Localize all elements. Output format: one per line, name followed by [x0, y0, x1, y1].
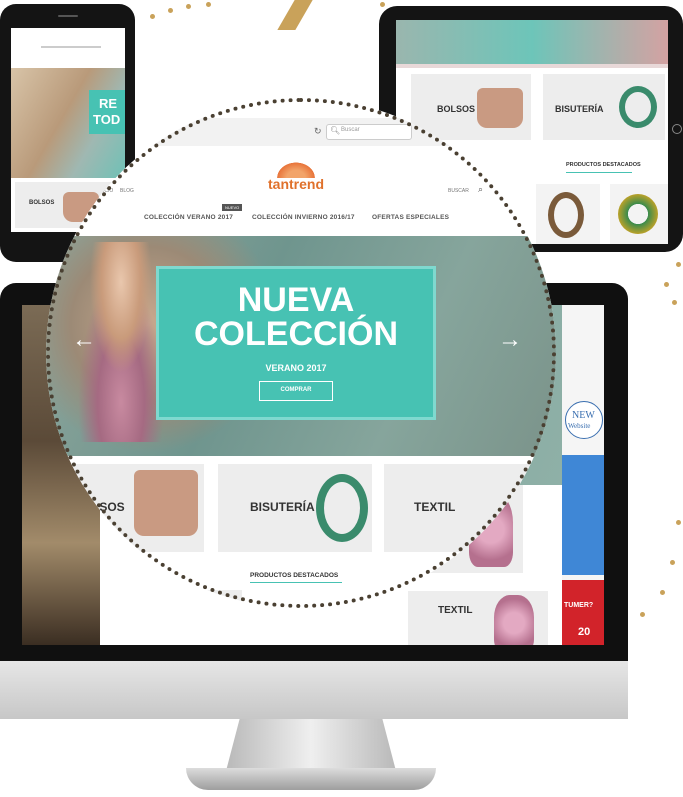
phone-nav [41, 46, 101, 48]
decorative-dot [168, 8, 173, 13]
decorative-dot [206, 2, 211, 7]
tablet-tile-label: BISUTERÍA [555, 104, 604, 114]
decorative-dot [640, 612, 645, 617]
tablet-featured-title: PRODUCTOS DESTACADOS [566, 162, 641, 168]
monitor-chin [0, 661, 628, 719]
decorative-dot [186, 4, 191, 9]
new-badge-sub: Website [568, 422, 591, 430]
sidebar-red-ad: TUMER? 20 [562, 580, 604, 645]
featured-tile-label: BOLSOS [138, 598, 181, 608]
tablet-featured-underline [566, 172, 632, 173]
sidebar-ad-text: TUMER? [564, 602, 594, 609]
tablet-featured-tile[interactable] [610, 184, 668, 244]
decorative-gold-stroke [277, 0, 313, 30]
sidebar-blue-ad [562, 455, 604, 575]
tablet-tile-bisuteria[interactable]: BISUTERÍA [543, 74, 665, 140]
decorative-dot [670, 560, 675, 565]
decorative-dot [660, 590, 665, 595]
decorative-dot [664, 282, 669, 287]
monitor-sidebar: NEW Website TUMER? 20 [562, 305, 604, 645]
decorative-dot [150, 14, 155, 19]
tablet-hero-strip [396, 64, 668, 68]
new-website-badge: NEW Website [565, 401, 603, 439]
decorative-dot [380, 2, 385, 7]
monitor-stand [226, 719, 396, 771]
necklace-image [619, 86, 657, 128]
tablet-home-button [672, 124, 682, 134]
magnifier-dotted-ring [46, 98, 556, 608]
decorative-dot [676, 262, 681, 267]
phone-speaker [58, 15, 78, 17]
sidebar-ad-number: 20 [578, 626, 591, 638]
bracelet-image [618, 194, 658, 234]
decorative-dot [672, 300, 677, 305]
new-badge-text: NEW [572, 410, 595, 421]
phone-hero-text: RE [99, 96, 118, 111]
tablet-tile-label: BOLSOS [437, 104, 476, 114]
decorative-dot [676, 520, 681, 525]
monitor-base [186, 768, 436, 790]
tablet-hero [396, 20, 668, 64]
